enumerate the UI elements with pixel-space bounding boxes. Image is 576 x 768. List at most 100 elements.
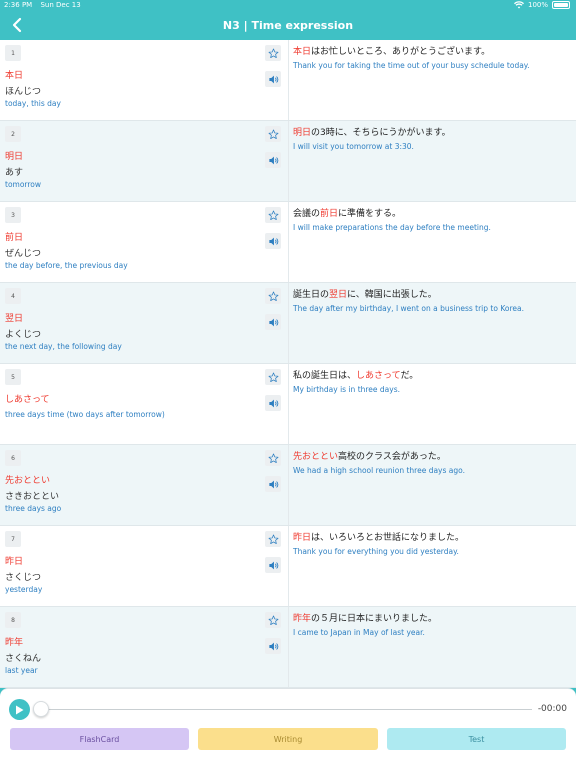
vocab-meaning: today, this day [5,99,61,108]
column-divider [288,40,289,120]
list-item: 5 しあさって three days time (two days after to… [0,364,576,445]
sentence-highlight: 前日 [320,209,339,219]
vocab-reading: よくじつ [5,330,42,340]
favorite-button[interactable] [265,207,281,223]
item-number: 7 [5,531,21,547]
favorite-button[interactable] [265,369,281,385]
example-translation: Thank you for everything you did yesterd… [293,547,459,556]
star-outline-icon [268,291,279,302]
battery-icon [552,1,570,9]
column-divider [288,202,289,282]
vocab-meaning: the day before, the previous day [5,261,128,270]
example-translation: I will visit you tomorrow at 3:30. [293,142,414,151]
audio-progress-knob[interactable] [33,701,49,717]
speaker-icon [268,155,279,166]
sentence-text: 会議の [293,209,321,219]
audio-progress-track[interactable] [40,709,532,710]
nav-bar: N3 | Time expression [0,12,576,40]
sentence-text: に、韓国に出張した。 [347,290,437,300]
example-sentence: 私の誕生日は、しあさってだ。 [293,368,418,381]
play-audio-button[interactable] [265,395,281,411]
play-audio-button[interactable] [265,638,281,654]
vocab-word: 先おととい [5,476,51,486]
sentence-highlight: 昨年 [293,614,312,624]
sentence-text: はお忙しいところ、ありがとうございます。 [311,47,491,57]
play-icon [16,705,24,714]
play-audio-button[interactable] [265,557,281,573]
favorite-button[interactable] [265,45,281,61]
vocab-list[interactable]: 1 本日 ほんじつ today, this day 本日はお忙しいところ、ありがとうござ… [0,40,576,688]
list-item: 3 前日 ぜんじつ the day before, the previous day 会… [0,202,576,283]
example-translation: I came to Japan in May of last year. [293,628,425,637]
item-number: 6 [5,450,21,466]
bottom-panel: -00:00 FlashCard Writing Test [0,688,576,768]
test-button[interactable]: Test [387,728,566,750]
sentence-highlight: 本日 [293,47,312,57]
example-sentence: 誕生日の翌日に、韓国に出張した。 [293,287,437,300]
vocab-reading: さくじつ [5,573,42,583]
sentence-highlight: 先おととい [293,452,339,462]
sentence-text: は、いろいろとお世話になりました。 [311,533,465,543]
example-translation: Thank you for taking the time out of you… [293,61,530,70]
list-item: 4 翌日 よくじつ the next day, the following day 誕生… [0,283,576,364]
list-item: 1 本日 ほんじつ today, this day 本日はお忙しいところ、ありがとうござ… [0,40,576,121]
column-divider [288,526,289,606]
battery-percent: 100% [527,1,548,9]
item-number: 8 [5,612,21,628]
example-sentence: 会議の前日に準備をする。 [293,206,401,219]
vocab-word: 昨年 [5,638,24,648]
sentence-text: の3時に、そちらにうかがいます。 [311,128,451,138]
example-sentence: 先おととい高校のクラス会があった。 [293,449,446,462]
star-outline-icon [268,129,279,140]
vocab-word: 本日 [5,71,24,81]
item-number: 2 [5,126,21,142]
status-time: 2:36 PM [4,1,33,9]
item-number: 4 [5,288,21,304]
sentence-highlight: しあさって [356,371,401,381]
favorite-button[interactable] [265,126,281,142]
play-audio-button[interactable] [265,476,281,492]
list-item: 7 昨日 さくじつ yesterday 昨日は、いろいろとお世話になりました。 Thank… [0,526,576,607]
favorite-button[interactable] [265,288,281,304]
speaker-icon [268,236,279,247]
audio-time: -00:00 [537,704,567,714]
sentence-text: に準備をする。 [338,209,402,219]
item-number: 5 [5,369,21,385]
status-date: Sun Dec 13 [40,1,81,9]
status-right: 100% [513,1,570,9]
vocab-meaning: tomorrow [5,180,42,189]
sentence-highlight: 明日 [293,128,312,138]
star-outline-icon [268,534,279,545]
play-audio-button[interactable] [265,233,281,249]
column-divider [288,607,289,687]
example-sentence: 明日の3時に、そちらにうかがいます。 [293,125,451,138]
sentence-text: 誕生日の [293,290,330,300]
list-item: 2 明日 あす tomorrow 明日の3時に、そちらにうかがいます。 I will vi… [0,121,576,202]
play-audio-button[interactable] [265,314,281,330]
vocab-reading: ほんじつ [5,87,42,97]
favorite-button[interactable] [265,612,281,628]
vocab-word: 翌日 [5,314,24,324]
battery-fill [554,3,568,7]
favorite-button[interactable] [265,531,281,547]
star-outline-icon [268,372,279,383]
star-outline-icon [268,453,279,464]
sentence-text: 私の誕生日は、 [293,371,357,381]
favorite-button[interactable] [265,450,281,466]
play-button[interactable] [9,699,30,720]
play-audio-button[interactable] [265,71,281,87]
play-audio-button[interactable] [265,152,281,168]
flashcard-button[interactable]: FlashCard [10,728,189,750]
vocab-meaning: last year [5,666,38,675]
speaker-icon [268,398,279,409]
vocab-reading: さきおととい [5,492,60,502]
column-divider [288,283,289,363]
example-sentence: 昨日は、いろいろとお世話になりました。 [293,530,464,543]
status-left: 2:36 PM Sun Dec 13 [4,1,87,9]
vocab-meaning: three days ago [5,504,62,513]
vocab-word: 前日 [5,233,24,243]
vocab-reading: ぜんじつ [5,249,42,259]
speaker-icon [268,317,279,328]
wifi-icon [513,1,524,9]
writing-button[interactable]: Writing [198,728,378,750]
